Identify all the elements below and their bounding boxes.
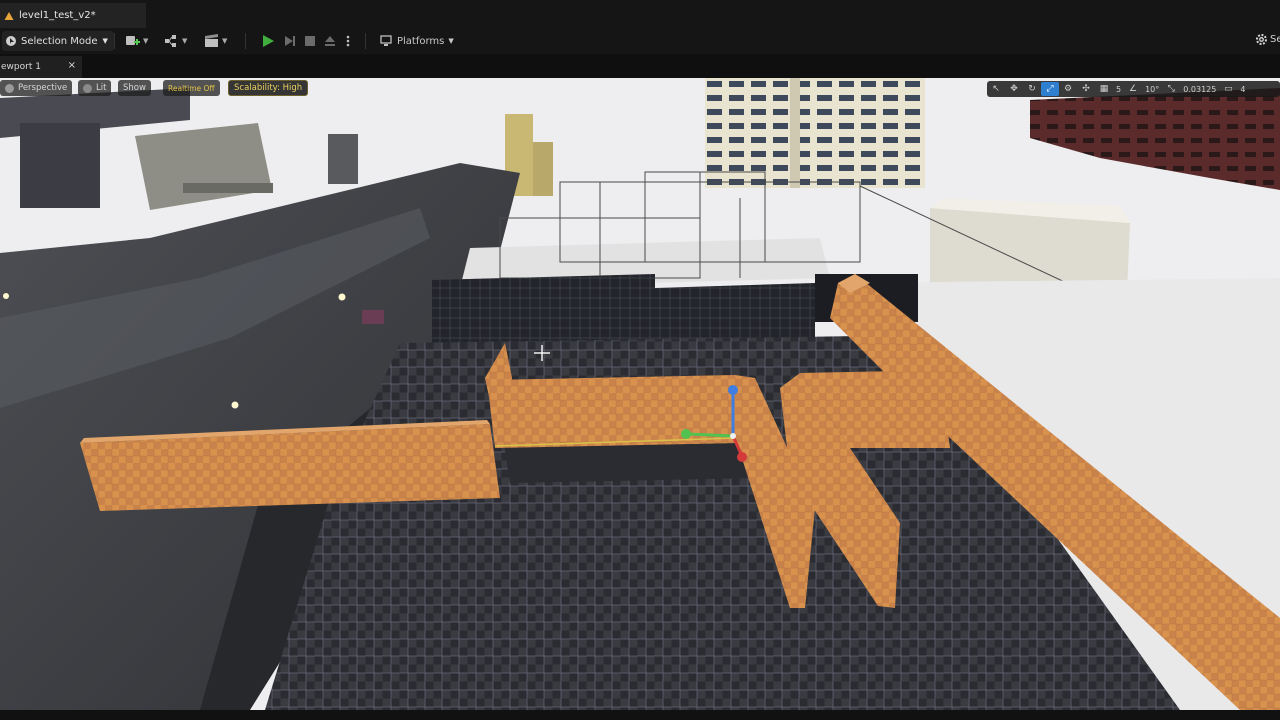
stop-button[interactable]	[303, 32, 317, 50]
level-viewport[interactable]: Perspective Lit Show Realtime Off Scalab…	[0, 78, 1280, 710]
world-local-icon[interactable]: ⚙	[1059, 82, 1077, 96]
level-document-tab[interactable]: level1_test_v2*	[0, 3, 146, 28]
show-label: Show	[123, 83, 146, 93]
viewport-tab-bar: ewport 1 ×	[0, 54, 1280, 78]
viewport-tab[interactable]: ewport 1 ×	[0, 56, 82, 78]
blueprint-icon	[165, 35, 176, 47]
play-icon	[263, 35, 274, 47]
perspective-button[interactable]: Perspective	[0, 80, 73, 96]
selection-mode-dropdown[interactable]: Selection Mode ▼	[2, 31, 114, 51]
viewport-transform-toolbar: ↖ ✥ ↻ ⤢ ⚙ ✣ ▦ 5 ∠ 10° ⤡ 0.03125 ▭ 4	[987, 81, 1280, 97]
realtime-off-badge[interactable]: Realtime Off	[163, 80, 220, 96]
toolbar-divider	[245, 33, 246, 49]
camera-icon	[5, 83, 14, 93]
platforms-icon	[380, 35, 392, 46]
light-bulb-icon	[83, 83, 92, 93]
stop-icon	[305, 36, 315, 46]
settings-label: Se	[1270, 34, 1280, 45]
lit-button[interactable]: Lit	[78, 80, 112, 96]
platforms-dropdown[interactable]: Platforms ▼	[380, 32, 454, 50]
advance-frame-button[interactable]	[283, 32, 297, 50]
realtime-label: Realtime Off	[168, 83, 215, 93]
level-tab-title: level1_test_v2*	[19, 10, 96, 21]
scale-snap-icon[interactable]: ⤡	[1162, 82, 1180, 96]
camera-speed-icon[interactable]: ▭	[1219, 82, 1237, 96]
rotate-icon[interactable]: ↻	[1023, 82, 1041, 96]
chevron-down-icon: ▼	[222, 37, 228, 45]
rotation-snap-icon[interactable]: ∠	[1124, 82, 1142, 96]
settings-button[interactable]: Se	[1255, 33, 1280, 46]
select-mode-icon	[6, 36, 16, 46]
level-scene[interactable]	[0, 78, 1280, 710]
scale-snap-value[interactable]: 0.03125	[1183, 85, 1216, 94]
show-button[interactable]: Show	[118, 80, 151, 96]
surface-snap-icon[interactable]: ✣	[1077, 82, 1095, 96]
clapperboard-icon	[205, 34, 218, 47]
play-button[interactable]	[261, 32, 275, 50]
crosshair-icon	[534, 345, 550, 361]
warning-icon	[4, 11, 14, 20]
title-bar: level1_test_v2*	[0, 0, 1280, 28]
camera-speed-value[interactable]: 4	[1240, 85, 1245, 94]
chevron-down-icon: ▼	[182, 37, 188, 45]
viewport-tab-label: ewport 1	[1, 62, 41, 72]
scale-icon[interactable]: ⤢	[1041, 82, 1059, 96]
grid-snap-icon[interactable]: ▦	[1095, 82, 1113, 96]
add-actor-icon	[126, 36, 140, 45]
add-content-button[interactable]: ▼	[125, 32, 148, 50]
scalability-badge[interactable]: Scalability: High	[228, 80, 309, 96]
scalability-label: Scalability: High	[234, 83, 303, 93]
eject-button[interactable]	[323, 32, 337, 50]
cinematics-button[interactable]: ▼	[204, 32, 227, 50]
more-options-icon	[346, 35, 350, 47]
chevron-down-icon: ▼	[448, 37, 454, 45]
eject-icon	[325, 36, 335, 46]
blueprints-button[interactable]: ▼	[164, 32, 187, 50]
close-icon[interactable]: ×	[68, 60, 76, 71]
toolbar-divider	[114, 33, 115, 49]
step-forward-icon	[285, 36, 295, 46]
selection-mode-label: Selection Mode	[21, 35, 98, 47]
toolbar-divider	[365, 33, 366, 49]
rotation-snap-value[interactable]: 10°	[1145, 85, 1159, 94]
chevron-down-icon: ▼	[143, 37, 149, 45]
main-toolbar: Selection Mode ▼ ▼ ▼ ▼ Platforms ▼ Se	[0, 28, 1280, 54]
perspective-label: Perspective	[18, 83, 68, 93]
platforms-label: Platforms	[397, 35, 445, 47]
grid-snap-value[interactable]: 5	[1116, 85, 1121, 94]
move-icon[interactable]: ✥	[1005, 82, 1023, 96]
lit-label: Lit	[96, 83, 107, 93]
chevron-down-icon: ▼	[102, 37, 108, 45]
select-arrow-icon[interactable]: ↖	[987, 82, 1005, 96]
status-bar	[0, 710, 1280, 720]
play-options-button[interactable]	[345, 32, 351, 50]
gear-icon	[1256, 34, 1267, 45]
